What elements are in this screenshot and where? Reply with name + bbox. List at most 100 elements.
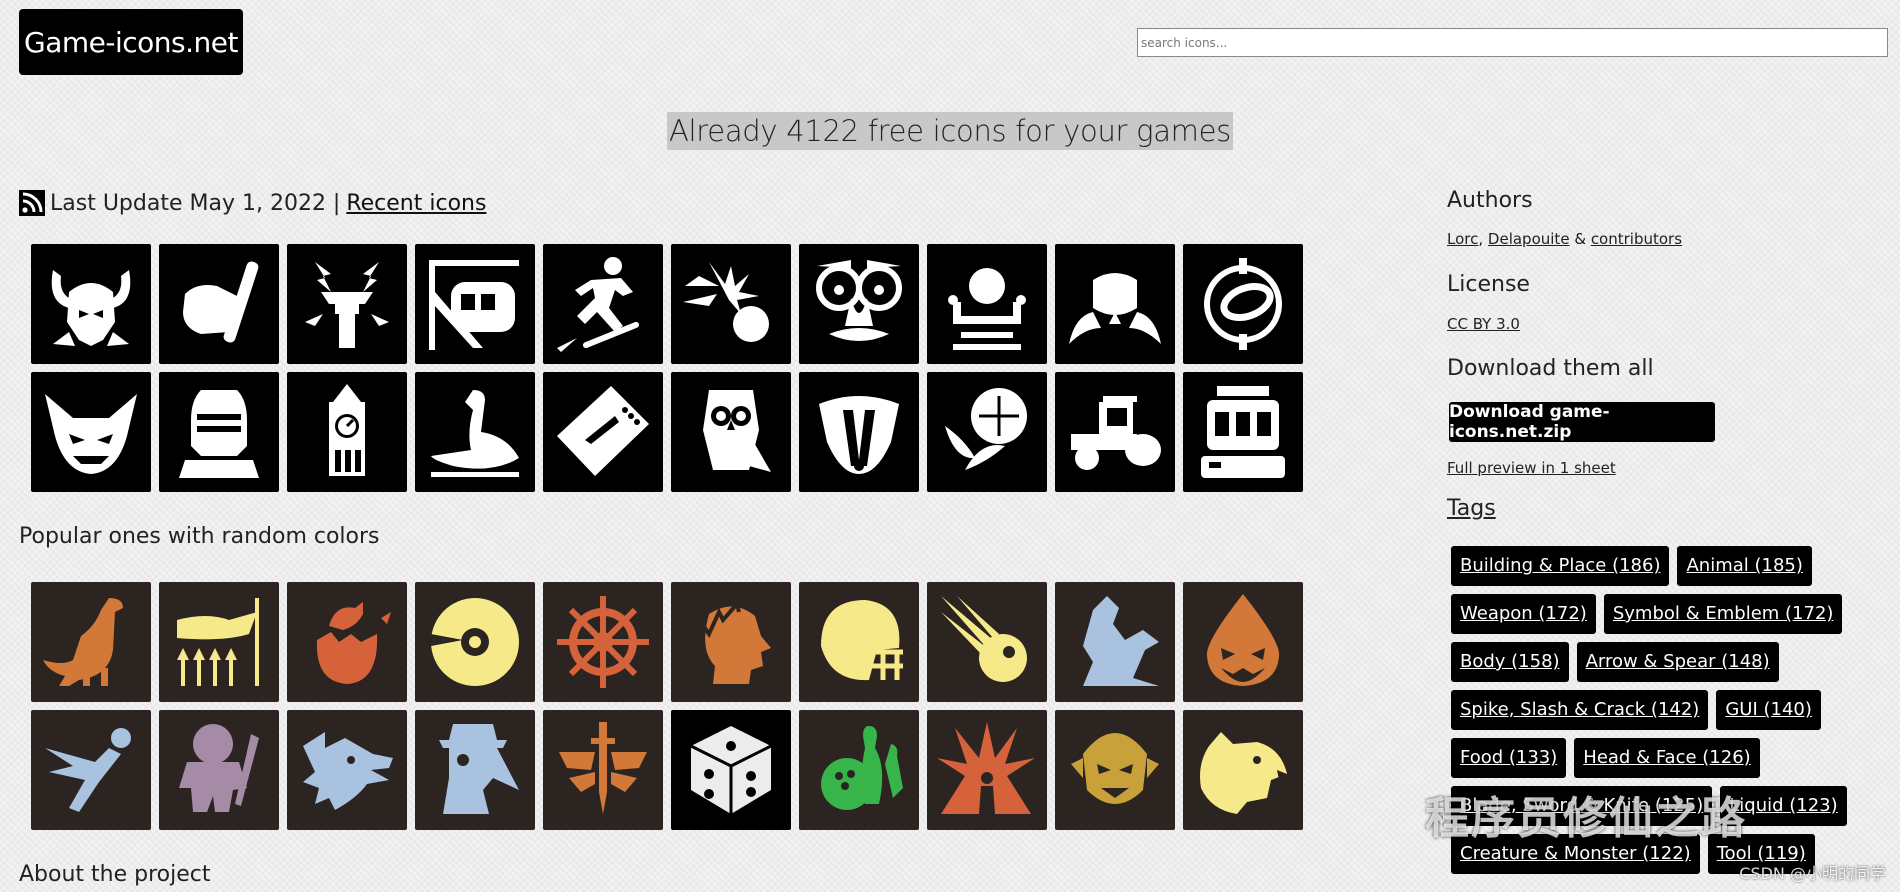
- pumpkin-drop-icon: [1206, 594, 1280, 686]
- icon-tile[interactable]: [671, 582, 791, 702]
- icon-tile[interactable]: [671, 372, 791, 492]
- page-headline: Already 4122 free icons for your games: [667, 112, 1233, 150]
- search-input[interactable]: [1137, 28, 1888, 57]
- icon-tile[interactable]: [31, 582, 151, 702]
- icon-tile[interactable]: [927, 244, 1047, 364]
- icon-tile[interactable]: [159, 582, 279, 702]
- popular-icons-grid: [31, 582, 1303, 830]
- icon-tile[interactable]: [1183, 710, 1303, 830]
- plane-ticket-icon: [557, 386, 649, 476]
- icon-tile[interactable]: [159, 372, 279, 492]
- author-delapouite-link[interactable]: Delapouite: [1488, 230, 1570, 248]
- tag-link[interactable]: Building & Place (186): [1451, 546, 1670, 586]
- slot-machine-icon: [1201, 386, 1285, 478]
- tag-link[interactable]: Food (133): [1451, 738, 1567, 778]
- icon-tile[interactable]: [671, 244, 791, 364]
- rss-icon[interactable]: [19, 190, 45, 216]
- icon-tile[interactable]: [927, 372, 1047, 492]
- icon-tile[interactable]: [927, 582, 1047, 702]
- icon-tile[interactable]: [1055, 582, 1175, 702]
- artichoke-icon: [945, 388, 1027, 470]
- csdn-watermark: CSDN @小明的同学: [1739, 864, 1886, 883]
- icon-tile[interactable]: [1183, 372, 1303, 492]
- tractor-icon: [1071, 396, 1161, 470]
- icon-tile[interactable]: [415, 244, 535, 364]
- icon-tile[interactable]: [1055, 710, 1175, 830]
- license-section: License: [1447, 272, 1887, 297]
- tag-link[interactable]: Head & Face (126): [1574, 738, 1760, 778]
- disguise-glasses-icon: [816, 260, 902, 341]
- icon-tile[interactable]: [159, 244, 279, 364]
- icon-tile[interactable]: [159, 710, 279, 830]
- icon-tile[interactable]: [31, 710, 151, 830]
- icon-tile[interactable]: [927, 710, 1047, 830]
- author-ampersand: &: [1574, 230, 1587, 248]
- shield-wings-icon: [1069, 273, 1161, 344]
- icon-tile[interactable]: [287, 582, 407, 702]
- icon-tile[interactable]: [287, 244, 407, 364]
- license-title: License: [1447, 272, 1530, 297]
- author-separator: ,: [1478, 230, 1484, 248]
- sphinx-icon: [1083, 596, 1159, 686]
- imp-face-icon: [45, 394, 137, 474]
- icon-tile[interactable]: [671, 710, 791, 830]
- icon-tile[interactable]: [415, 582, 535, 702]
- troll-icon: [179, 724, 259, 812]
- icon-tile[interactable]: [287, 372, 407, 492]
- owl-icon: [703, 390, 771, 472]
- tag-link[interactable]: Spike, Slash & Crack (142): [1451, 690, 1709, 730]
- icon-tile[interactable]: [1183, 244, 1303, 364]
- tag-link[interactable]: Animal (185): [1677, 546, 1812, 586]
- portal-ring-icon: [1204, 258, 1282, 350]
- icon-tile[interactable]: [799, 582, 919, 702]
- icon-tile[interactable]: [1055, 244, 1175, 364]
- icon-tile[interactable]: [543, 582, 663, 702]
- page-headline-wrap: Already 4122 free icons for your games: [0, 112, 1900, 150]
- comet-ball-icon: [683, 262, 769, 342]
- swan-icon: [431, 390, 519, 477]
- icon-tile[interactable]: [31, 244, 151, 364]
- tag-link[interactable]: Symbol & Emblem (172): [1603, 594, 1843, 634]
- tram-icon: [429, 260, 519, 350]
- icon-tile[interactable]: [1183, 582, 1303, 702]
- license-link[interactable]: CC BY 3.0: [1447, 315, 1520, 333]
- license-link-wrap: CC BY 3.0: [1447, 314, 1887, 333]
- recent-icons-link[interactable]: Recent icons: [346, 191, 486, 216]
- icon-tile[interactable]: [415, 372, 535, 492]
- icon-tile[interactable]: [543, 244, 663, 364]
- tag-link[interactable]: Weapon (172): [1451, 594, 1596, 634]
- icon-tile[interactable]: [799, 372, 919, 492]
- icon-tile[interactable]: [543, 372, 663, 492]
- download-zip-button[interactable]: Download game-icons.net.zip: [1449, 402, 1715, 442]
- tags-title[interactable]: Tags: [1447, 496, 1887, 521]
- icon-tile[interactable]: [1055, 372, 1175, 492]
- icon-tile[interactable]: [799, 244, 919, 364]
- tags-section: Tags: [1447, 496, 1887, 521]
- download-section: Download them all: [1447, 356, 1887, 381]
- authors-title: Authors: [1447, 188, 1533, 213]
- running-strike-icon: [45, 728, 131, 812]
- contributors-link[interactable]: contributors: [1591, 230, 1682, 248]
- last-update-text: Last Update May 1, 2022 |: [50, 190, 341, 216]
- site-logo[interactable]: Game-icons.net: [19, 9, 243, 75]
- icon-tile[interactable]: [799, 710, 919, 830]
- meteor-icon: [941, 596, 1027, 682]
- icon-tile[interactable]: [31, 372, 151, 492]
- tag-link[interactable]: GUI (140): [1716, 690, 1821, 730]
- dinosaur-icon: [43, 598, 123, 686]
- author-lorc-link[interactable]: Lorc: [1447, 230, 1478, 248]
- tag-link[interactable]: Arrow & Spear (148): [1576, 642, 1779, 682]
- tag-link[interactable]: Body (158): [1451, 642, 1569, 682]
- icon-tile[interactable]: [415, 710, 535, 830]
- bear-head-icon: [1200, 732, 1287, 814]
- about-title: About the project: [19, 862, 211, 887]
- winged-sword-icon: [559, 722, 647, 814]
- wolf-head-icon: [303, 732, 393, 810]
- plague-doctor-icon: [439, 724, 519, 814]
- icon-tile[interactable]: [287, 710, 407, 830]
- hatching-egg-icon: [316, 602, 391, 684]
- explosion-silhouette-icon: [937, 722, 1035, 814]
- icon-tile[interactable]: [543, 710, 663, 830]
- full-preview-link[interactable]: Full preview in 1 sheet: [1447, 459, 1616, 477]
- clock-tower-icon: [329, 384, 365, 476]
